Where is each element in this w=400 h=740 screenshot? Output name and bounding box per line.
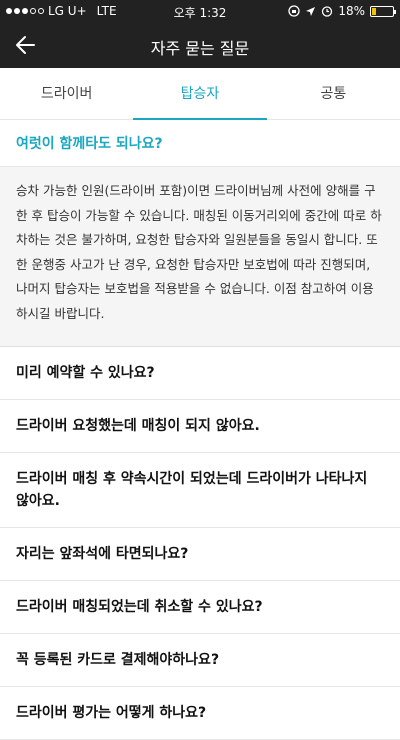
tab-driver[interactable]: 드라이버 [0, 68, 133, 119]
nav-bar: 자주 묻는 질문 [0, 22, 400, 68]
battery-percent: 18% [338, 4, 365, 18]
status-icons: 18% [288, 4, 396, 18]
faq-question-expanded[interactable]: 여럿이 함께타도 되나요? [0, 121, 400, 167]
location-arrow-icon [306, 6, 316, 16]
page-title: 자주 묻는 질문 [150, 39, 250, 58]
faq-question[interactable]: 드라이버 요청했는데 매칭이 되지 않아요. [0, 400, 400, 453]
faq-list: 여럿이 함께타도 되나요? 승차 가능한 인원(드라이버 포함)이면 드라이버님… [0, 121, 400, 740]
faq-question[interactable]: 드라이버 매칭되었는데 취소할 수 있나요? [0, 581, 400, 634]
faq-question[interactable]: 미리 예약할 수 있나요? [0, 347, 400, 400]
faq-answer: 승차 가능한 인원(드라이버 포함)이면 드라이버님께 사전에 양해를 구한 후… [0, 167, 400, 347]
tab-common[interactable]: 공통 [267, 68, 400, 119]
faq-question[interactable]: 드라이버 평가는 어떻게 하나요? [0, 687, 400, 740]
battery-icon [370, 5, 396, 17]
tab-passenger[interactable]: 탑승자 [133, 68, 267, 120]
rotation-lock-icon [288, 5, 300, 17]
faq-question[interactable]: 꼭 등록된 카드로 결제해야하나요? [0, 634, 400, 687]
tab-bar: 드라이버 탑승자 공통 [0, 68, 400, 120]
faq-question[interactable]: 드라이버 매칭 후 약속시간이 되었는데 드라이버가 나타나지 않아요. [0, 453, 400, 528]
alarm-clock-icon [322, 6, 333, 17]
status-bar: LG U+ LTE 오후 1:32 18% [0, 0, 400, 22]
faq-question[interactable]: 자리는 앞좌석에 타면되나요? [0, 528, 400, 581]
